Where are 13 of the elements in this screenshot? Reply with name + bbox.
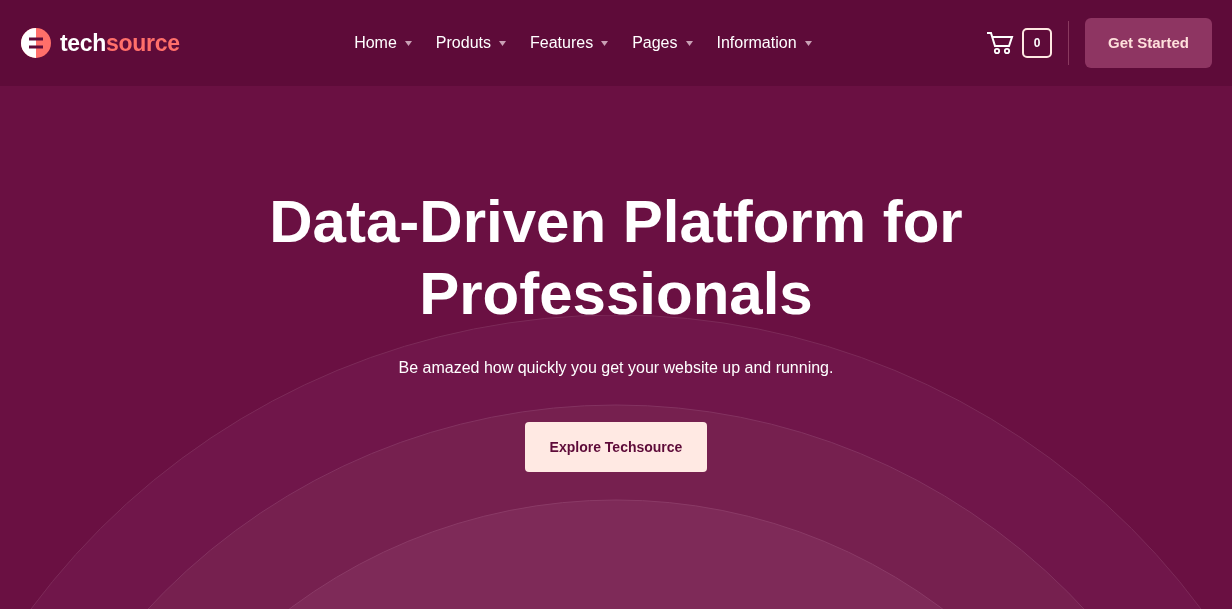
get-started-button[interactable]: Get Started	[1085, 18, 1212, 68]
nav-link[interactable]: Information	[716, 31, 812, 55]
hero-title: Data-Driven Platform for Professionals	[268, 187, 964, 329]
explore-button[interactable]: Explore Techsource	[525, 422, 707, 472]
nav-link[interactable]: Home	[354, 31, 412, 55]
cart-count: 0	[1022, 28, 1052, 58]
nav-link[interactable]: Produts	[435, 31, 506, 55]
nav-link[interactable]: Pages	[632, 31, 693, 55]
hero-subtitle: Be amazed how quickly you get your website up and running.	[397, 358, 835, 378]
logo-text[interactable]: techsource	[60, 25, 180, 61]
logo-icon	[20, 27, 52, 59]
cart-icon[interactable]	[986, 31, 1014, 55]
nav-link[interactable]: Features	[530, 31, 609, 55]
